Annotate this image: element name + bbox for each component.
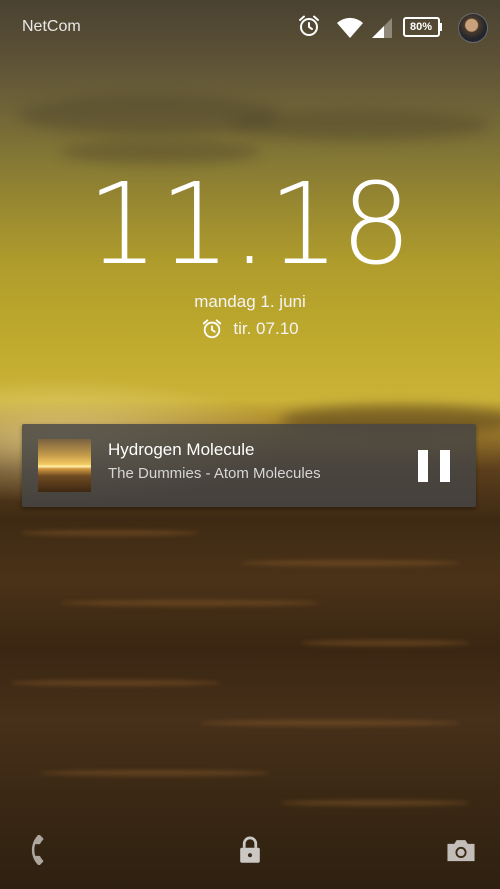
track-artist: The Dummies - Atom Molecules (108, 465, 321, 482)
next-alarm: tir. 07.10 (0, 318, 500, 340)
next-alarm-label: tir. 07.10 (233, 319, 299, 338)
sea-wave (40, 770, 270, 776)
cell-signal-icon (371, 16, 393, 45)
phone-icon[interactable] (24, 834, 54, 870)
carrier-label: NetCom (22, 18, 81, 35)
lock-icon[interactable] (236, 835, 264, 870)
sea-wave (10, 680, 220, 686)
alarm-icon (203, 319, 222, 339)
camera-icon[interactable] (445, 835, 477, 870)
status-bar: NetCom 80% (0, 0, 500, 56)
sea-wave (200, 720, 460, 726)
pause-button[interactable] (414, 446, 454, 486)
avatar[interactable] (458, 13, 488, 43)
sea-wave (20, 530, 200, 536)
track-title: Hydrogen Molecule (108, 440, 255, 459)
battery-icon: 80% (403, 16, 443, 38)
clock-date: mandag 1. juni (194, 292, 306, 311)
lockscreen: NetCom 80% 11.18 mandag 1. juni tir. 07.… (0, 0, 500, 889)
sea-wave (280, 800, 470, 806)
sea-wave (60, 600, 320, 606)
clock-time: 11.18 (87, 160, 413, 290)
media-notification[interactable]: Hydrogen Molecule The Dummies - Atom Mol… (22, 424, 476, 507)
sky-cloud (230, 110, 490, 140)
sea-wave (300, 640, 470, 646)
battery-percent: 80% (409, 21, 433, 33)
alarm-icon (297, 14, 321, 43)
album-art (38, 439, 91, 492)
sea-wave (240, 560, 460, 566)
wifi-icon (336, 16, 364, 45)
